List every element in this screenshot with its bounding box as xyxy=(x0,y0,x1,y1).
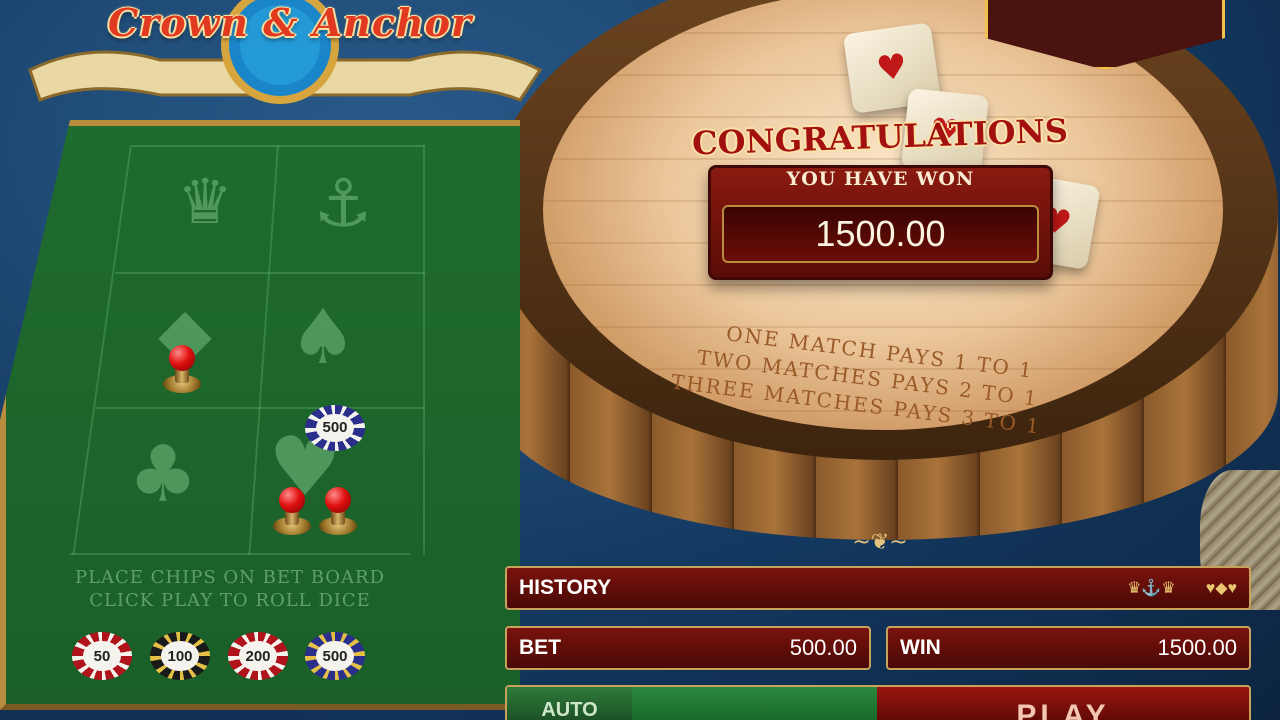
placed-chip[interactable]: 500 xyxy=(305,405,365,451)
marker-peg xyxy=(162,345,202,405)
mid-button[interactable] xyxy=(632,687,877,720)
grid-line xyxy=(70,553,410,555)
history-entries: ♛⚓♛ ♥◆♥ xyxy=(1127,578,1237,598)
game-logo: Crown & Anchor xyxy=(10,0,550,120)
grid-line xyxy=(423,145,425,555)
win-label: WIN xyxy=(900,636,941,659)
history-bar[interactable]: HISTORY ♛⚓♛ ♥◆♥ xyxy=(505,566,1251,610)
bet-value: 500.00 xyxy=(789,635,857,660)
chip-label: 200 xyxy=(239,641,277,671)
placed-chip-label: 500 xyxy=(316,413,354,443)
won-label: YOU HAVE WON xyxy=(786,168,975,190)
instruction-line: PLACE CHIPS ON BET BOARD xyxy=(74,567,386,588)
chip-100-button[interactable]: 100 xyxy=(150,632,210,680)
anchor-icon[interactable]: ⚓ xyxy=(288,165,398,242)
chip-50-button[interactable]: 50 xyxy=(72,632,132,680)
win-display: WIN 1500.00 xyxy=(886,626,1251,670)
action-row: AUTO PLAY xyxy=(505,685,1251,720)
marker-peg xyxy=(318,487,358,547)
win-value: 1500.00 xyxy=(1157,635,1237,660)
chip-500-button[interactable]: 500 xyxy=(305,632,365,680)
ornament-divider: ~❦~ xyxy=(852,530,908,555)
grid-line xyxy=(95,407,425,409)
history-entry: ♥◆♥ xyxy=(1205,580,1237,597)
grid-line xyxy=(115,272,425,274)
won-amount-box: 1500.00 xyxy=(722,205,1039,263)
chip-label: 100 xyxy=(161,641,199,671)
instruction-line: CLICK PLAY TO ROLL DICE xyxy=(89,590,371,611)
bet-display: BET 500.00 xyxy=(505,626,871,670)
spade-icon[interactable]: ♠ xyxy=(268,292,378,381)
chip-200-button[interactable]: 200 xyxy=(228,632,288,680)
history-entry: ♛⚓♛ xyxy=(1127,580,1176,597)
club-icon[interactable]: ♣ xyxy=(108,430,218,520)
marker-peg xyxy=(272,487,312,547)
bet-label: BET xyxy=(519,636,561,659)
game-title: Crown & Anchor xyxy=(108,0,472,45)
auto-button[interactable]: AUTO xyxy=(507,687,632,720)
chip-label: 500 xyxy=(316,641,354,671)
won-amount: 1500.00 xyxy=(815,213,946,254)
crown-icon[interactable]: ♛ xyxy=(150,165,260,238)
play-button[interactable]: PLAY xyxy=(877,687,1249,720)
history-label: HISTORY xyxy=(519,576,612,599)
chip-label: 50 xyxy=(83,641,121,671)
